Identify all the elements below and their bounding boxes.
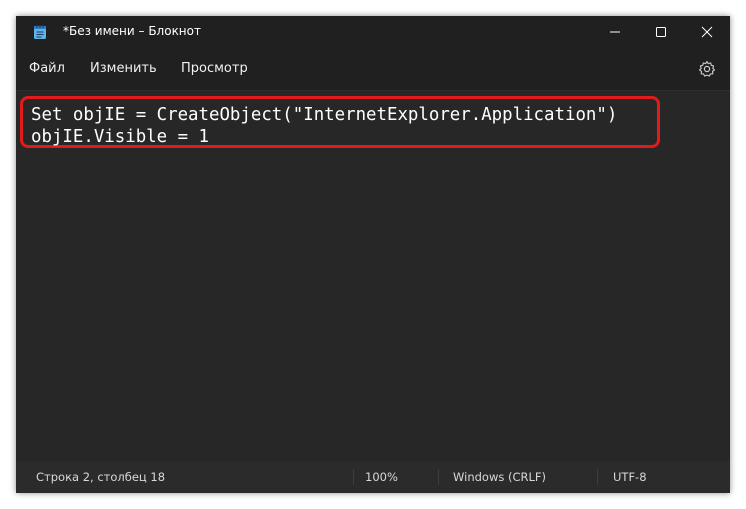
- menu-bar: Файл Изменить Просмотр: [16, 48, 730, 90]
- notepad-window: *Без имени – Блокнот Файл Изменить Просм…: [16, 16, 730, 493]
- minimize-button[interactable]: [592, 16, 638, 48]
- minimize-icon: [610, 31, 620, 33]
- editor-line: Set objIE = CreateObject("InternetExplor…: [31, 105, 618, 125]
- cursor-position: Строка 2, столбец 18: [36, 470, 166, 484]
- encoding: UTF-8: [613, 470, 647, 484]
- close-icon: [701, 26, 713, 38]
- zoom-level: 100%: [365, 470, 398, 484]
- status-divider: [438, 469, 439, 485]
- title-bar[interactable]: *Без имени – Блокнот: [16, 16, 730, 48]
- gear-icon: [698, 60, 716, 77]
- status-bar: Строка 2, столбец 18 100% Windows (CRLF)…: [16, 461, 730, 493]
- notepad-icon: [34, 25, 46, 39]
- text-editor[interactable]: Set objIE = CreateObject("InternetExplor…: [16, 90, 730, 462]
- settings-button[interactable]: [697, 59, 717, 79]
- status-divider: [597, 469, 598, 485]
- maximize-icon: [656, 27, 666, 37]
- menu-file[interactable]: Файл: [29, 61, 65, 76]
- menu-view[interactable]: Просмотр: [181, 61, 248, 76]
- editor-line: objIE.Visible = 1: [31, 127, 209, 147]
- line-ending: Windows (CRLF): [453, 470, 547, 484]
- menu-edit[interactable]: Изменить: [90, 61, 157, 76]
- window-title: *Без имени – Блокнот: [63, 24, 201, 38]
- status-divider: [353, 469, 354, 485]
- maximize-button[interactable]: [638, 16, 684, 48]
- close-button[interactable]: [684, 16, 730, 48]
